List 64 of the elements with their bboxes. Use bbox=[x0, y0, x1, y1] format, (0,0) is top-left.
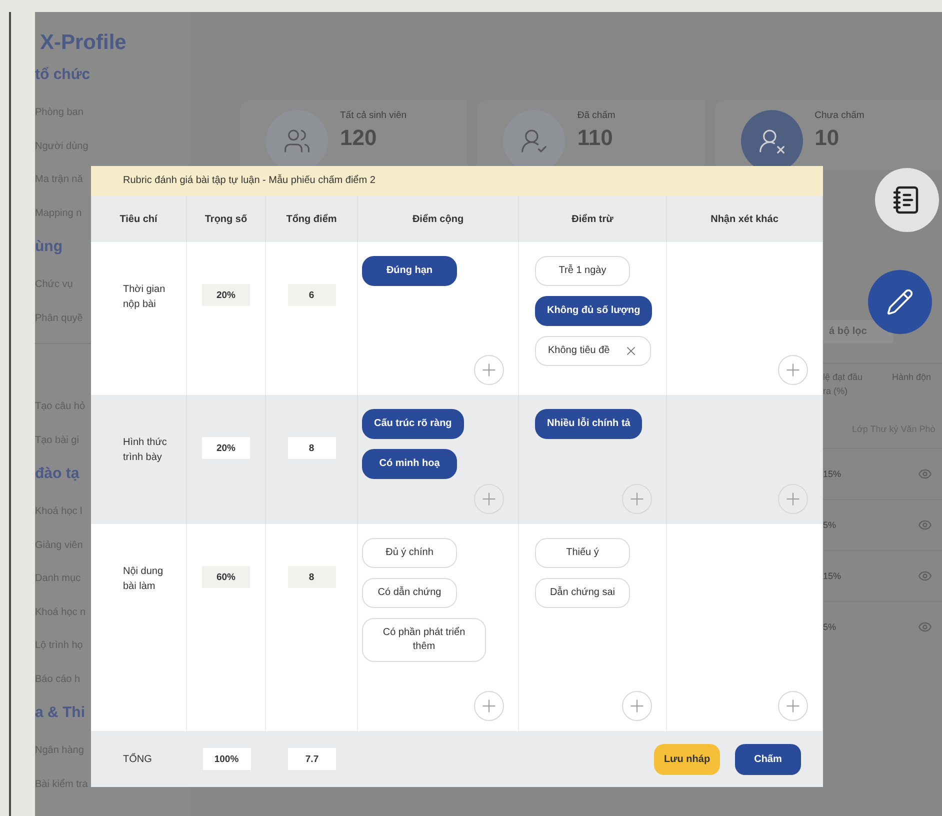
save-draft-button[interactable]: Lưu nháp bbox=[654, 744, 720, 774]
criterion-chip[interactable]: Có dẫn chứng bbox=[362, 578, 457, 608]
criterion-chip[interactable]: Thiếu ý bbox=[535, 538, 630, 568]
total-score-field[interactable]: 7.7 bbox=[288, 748, 336, 770]
add-button[interactable] bbox=[622, 691, 652, 721]
sidebar-heading: đào tạ bbox=[35, 464, 80, 484]
stat-value: 120 bbox=[340, 125, 378, 151]
criterion-chip[interactable]: Không tiêu đề bbox=[535, 336, 651, 366]
weight-field[interactable]: 20% bbox=[202, 437, 250, 459]
brand-title: X-Profile bbox=[39, 30, 128, 56]
criterion-chip[interactable]: Nhiều lỗi chính tả bbox=[535, 409, 642, 439]
criterion-chip[interactable]: Có phần phát triển thêm bbox=[362, 618, 486, 662]
grade-button[interactable]: Chấm bbox=[735, 744, 801, 774]
score-field[interactable]: 6 bbox=[288, 284, 336, 306]
weight-field[interactable]: 20% bbox=[202, 284, 250, 306]
add-button[interactable] bbox=[778, 484, 808, 514]
eye-icon[interactable] bbox=[918, 569, 932, 583]
weight-field[interactable]: 60% bbox=[202, 566, 250, 588]
criterion-chip[interactable]: Dẫn chứng sai bbox=[535, 578, 630, 608]
user-check-icon bbox=[520, 127, 548, 155]
stat-label: Tất cả sinh viên bbox=[340, 110, 407, 121]
column-header: Điểm cộng bbox=[358, 196, 519, 242]
sidebar-heading: a & Thi bbox=[35, 703, 86, 723]
add-button[interactable] bbox=[622, 484, 652, 514]
criterion-chip[interactable]: Có minh hoạ bbox=[362, 449, 457, 479]
stat-value: 110 bbox=[577, 125, 614, 151]
sidebar-heading: tổ chức bbox=[35, 65, 90, 85]
criterion-chip[interactable]: Đúng hạn bbox=[362, 256, 457, 286]
column-header: Tổng điểm bbox=[266, 196, 358, 242]
table-cell: 15% bbox=[823, 571, 842, 581]
criterion-name: Thời gian nộp bài bbox=[122, 283, 166, 312]
stat-label: Đã chấm bbox=[577, 110, 616, 121]
add-button[interactable] bbox=[474, 484, 504, 514]
column-header: Trọng số bbox=[187, 196, 266, 242]
table-cell: 15% bbox=[823, 469, 842, 479]
criterion-chip[interactable]: Trễ 1 ngày bbox=[535, 256, 630, 286]
add-button[interactable] bbox=[474, 691, 504, 721]
total-weight-field[interactable]: 100% bbox=[202, 748, 250, 770]
add-button[interactable] bbox=[778, 691, 808, 721]
sidebar-heading: ùng bbox=[35, 237, 62, 257]
total-label: TỔNG bbox=[122, 754, 153, 764]
pencil-icon bbox=[886, 288, 914, 316]
add-button[interactable] bbox=[474, 355, 504, 385]
eye-icon[interactable] bbox=[918, 467, 932, 481]
score-field[interactable]: 8 bbox=[288, 437, 336, 459]
column-header: Tiêu chí bbox=[91, 196, 187, 242]
column-header: Nhận xét khác bbox=[667, 196, 823, 242]
criterion-name: Nội dung bài làm bbox=[122, 565, 164, 594]
score-field[interactable]: 8 bbox=[288, 566, 336, 588]
eye-icon[interactable] bbox=[918, 518, 932, 532]
stat-label: Chưa chấm bbox=[814, 110, 864, 121]
table-cell: 5% bbox=[823, 520, 836, 530]
add-button[interactable] bbox=[778, 355, 808, 385]
criterion-chip[interactable]: Đủ ý chính bbox=[362, 538, 457, 568]
table-cell: 5% bbox=[823, 622, 836, 632]
user-x-icon bbox=[758, 127, 786, 155]
criterion-chip[interactable]: Cấu trúc rõ ràng bbox=[362, 409, 464, 439]
criterion-chip[interactable]: Không đủ số lượng bbox=[535, 296, 652, 326]
stat-value: 10 bbox=[814, 125, 840, 151]
dialog-title: Rubric đánh giá bài tập tự luận - Mẫu phiếu chấm điểm 2 bbox=[91, 166, 823, 196]
eye-icon[interactable] bbox=[918, 620, 932, 634]
criterion-name: Hình thức trình bày bbox=[122, 436, 168, 465]
users-icon bbox=[283, 127, 311, 155]
column-header: Điểm trừ bbox=[519, 196, 667, 242]
